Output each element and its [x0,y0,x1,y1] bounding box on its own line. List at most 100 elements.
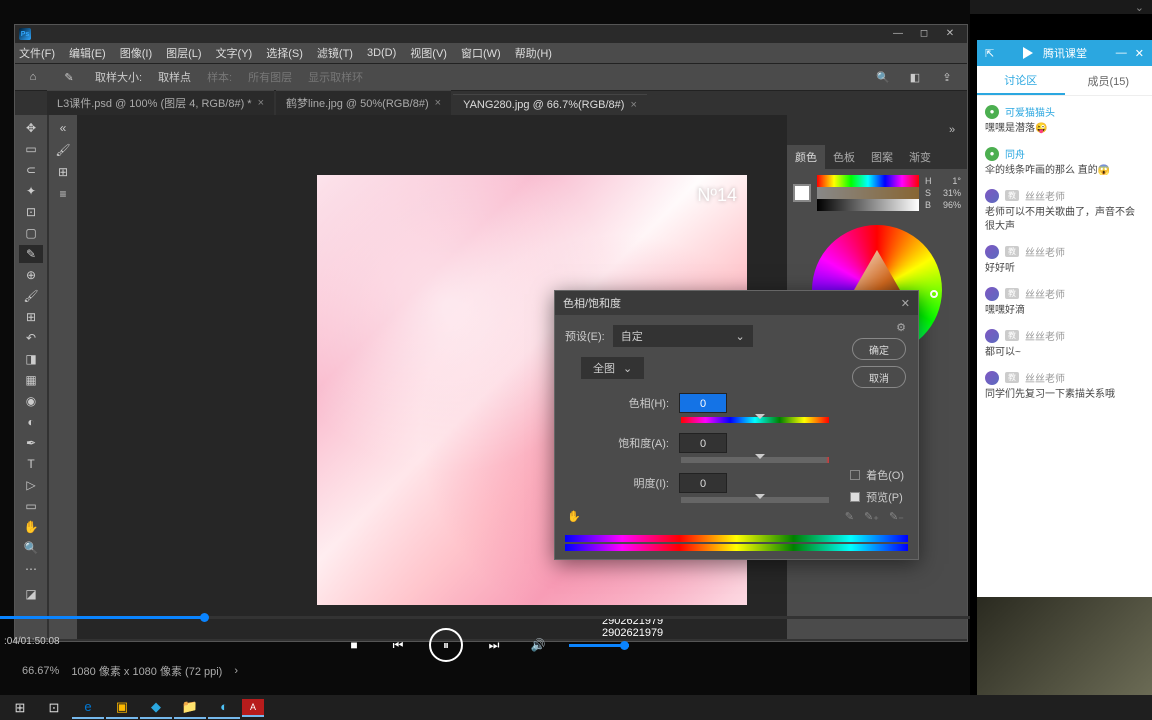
menu-type[interactable]: 文字(Y) [216,45,253,61]
eyedropper-minus-icon[interactable]: ✎₋ [889,510,904,523]
gradient-tool[interactable]: ▦ [19,371,43,389]
hue-indicator-icon[interactable] [930,290,938,298]
panel-tab-color[interactable]: 颜色 [787,145,825,169]
tab-discuss[interactable]: 讨论区 [977,66,1065,95]
wand-tool[interactable]: ✦ [19,182,43,200]
hand-tool[interactable]: ✋ [19,518,43,536]
username[interactable]: ●同舟 [985,146,1144,161]
app-icon[interactable]: ◆ [140,697,172,719]
spectrum-bars[interactable] [565,535,908,551]
maximize-button[interactable]: ◻ [911,25,937,43]
next-button[interactable]: ⏭ [481,632,507,658]
lig-input[interactable]: 0 [679,473,727,493]
collapse-icon[interactable]: « [51,119,75,137]
menu-filter[interactable]: 滤镜(T) [317,45,353,61]
pen-tool[interactable]: ✒ [19,434,43,452]
cancel-button[interactable]: 取消 [852,366,906,388]
username[interactable]: ●可爱猫猫头 [985,104,1144,119]
menu-layer[interactable]: 图层(L) [166,45,201,61]
panel-tab-swatch[interactable]: 色板 [825,145,863,169]
path-tool[interactable]: ▷ [19,476,43,494]
move-tool[interactable]: ✥ [19,119,43,137]
doc-tab[interactable]: L3课件.psd @ 100% (图层 4, RGB/8#) *× [47,90,274,115]
hue-slider[interactable] [817,175,919,187]
hue-input[interactable]: 0 [679,393,727,413]
brush-panel-icon[interactable]: 🖌 [51,141,75,159]
menu-file[interactable]: 文件(F) [19,45,55,61]
app-icon[interactable]: A [242,699,264,717]
zoom-tool[interactable]: 🔍 [19,539,43,557]
dodge-tool[interactable]: ◐ [19,413,43,431]
brush-tool[interactable]: 🖌 [19,287,43,305]
sample-value[interactable]: 取样点 [158,69,191,85]
dropdown-icon[interactable]: ⌄ [1135,1,1144,14]
menu-edit[interactable]: 编辑(E) [69,45,106,61]
message-list[interactable]: ●可爱猫猫头嘿嘿是潜落😜●同舟伞的线条咋画的那么 直的😱教 丝丝老师老师可以不用… [977,96,1152,654]
stop-button[interactable]: ■ [341,632,367,658]
panel-tab-pattern[interactable]: 图案 [863,145,901,169]
video-thumbnail[interactable] [977,597,1152,695]
folder-icon[interactable]: 📁 [174,697,206,719]
ok-button[interactable]: 确定 [852,338,906,360]
username[interactable]: 教 丝丝老师 [985,286,1144,301]
task-view-icon[interactable]: ⊡ [38,697,70,719]
showring-label[interactable]: 显示取样环 [308,69,363,85]
history-brush-tool[interactable]: ↶ [19,329,43,347]
hue-bar[interactable] [681,417,829,423]
app-icon[interactable]: ◐ [208,697,240,719]
eyedropper-icon[interactable]: ✎ [845,510,854,523]
doc-tab-active[interactable]: YANG280.jpg @ 66.7%(RGB/8#)× [453,94,647,115]
dialog-titlebar[interactable]: 色相/饱和度 ✕ [555,291,918,315]
sat-slider[interactable] [817,187,919,199]
username[interactable]: 教 丝丝老师 [985,188,1144,203]
misc-tool[interactable]: ⋯ [19,560,43,578]
close-icon[interactable]: × [435,97,441,109]
scope-select[interactable]: 全图⌄ [581,357,644,379]
play-pause-button[interactable]: ⏸ [429,628,463,662]
close-button[interactable]: ✕ [937,25,963,43]
heal-tool[interactable]: ⊕ [19,266,43,284]
history-panel-icon[interactable]: ≡ [51,185,75,203]
close-icon[interactable]: × [258,97,264,109]
crop-tool[interactable]: ⊡ [19,203,43,221]
blur-tool[interactable]: ◉ [19,392,43,410]
tool-preset-icon[interactable]: ✎ [59,67,79,87]
home-icon[interactable]: ⌂ [23,67,43,87]
menu-view[interactable]: 视图(V) [410,45,447,61]
marquee-tool[interactable]: ▭ [19,140,43,158]
shape-tool[interactable]: ▭ [19,497,43,515]
share-icon[interactable]: ⇪ [935,67,959,87]
lasso-tool[interactable]: ⊂ [19,161,43,179]
stamp-tool[interactable]: ⊞ [19,308,43,326]
panel-tab-gradient[interactable]: 渐变 [901,145,939,169]
volume-icon[interactable]: 🔊 [525,632,551,658]
frame-tool[interactable]: ▢ [19,224,43,242]
edge-icon[interactable]: e [72,697,104,719]
close-icon[interactable]: ✕ [1135,47,1144,60]
menu-3d[interactable]: 3D(D) [367,47,396,59]
color-swap-icon[interactable]: ◪ [19,585,43,603]
eraser-tool[interactable]: ◨ [19,350,43,368]
hand-icon[interactable]: ✋ [567,510,581,523]
gear-icon[interactable]: ⚙ [852,321,906,334]
username[interactable]: 教 丝丝老师 [985,370,1144,385]
username[interactable]: 教 丝丝老师 [985,328,1144,343]
menu-bar[interactable]: 文件(F) 编辑(E) 图像(I) 图层(L) 文字(Y) 选择(S) 滤镜(T… [15,43,967,63]
brush-settings-icon[interactable]: ⊞ [51,163,75,181]
close-icon[interactable]: ✕ [901,297,910,310]
eyedropper-plus-icon[interactable]: ✎₊ [864,510,879,523]
minimize-button[interactable]: — [885,25,911,43]
collapse-icon[interactable]: » [937,115,967,145]
workspace-icon[interactable]: ◧ [903,67,927,87]
lig-bar[interactable] [681,497,829,503]
share-icon[interactable]: ⇱ [985,47,994,60]
doc-tab[interactable]: 鹤梦line.jpg @ 50%(RGB/8#)× [276,90,451,115]
close-icon[interactable]: × [630,99,636,111]
progress-bar[interactable] [0,616,970,619]
explorer-icon[interactable]: ▣ [106,697,138,719]
menu-image[interactable]: 图像(I) [120,45,152,61]
username[interactable]: 教 丝丝老师 [985,244,1144,259]
preview-checkbox[interactable]: 预览(P) [850,489,904,505]
eyedropper-tool[interactable]: ✎ [19,245,43,263]
fg-swatch[interactable] [793,184,811,202]
